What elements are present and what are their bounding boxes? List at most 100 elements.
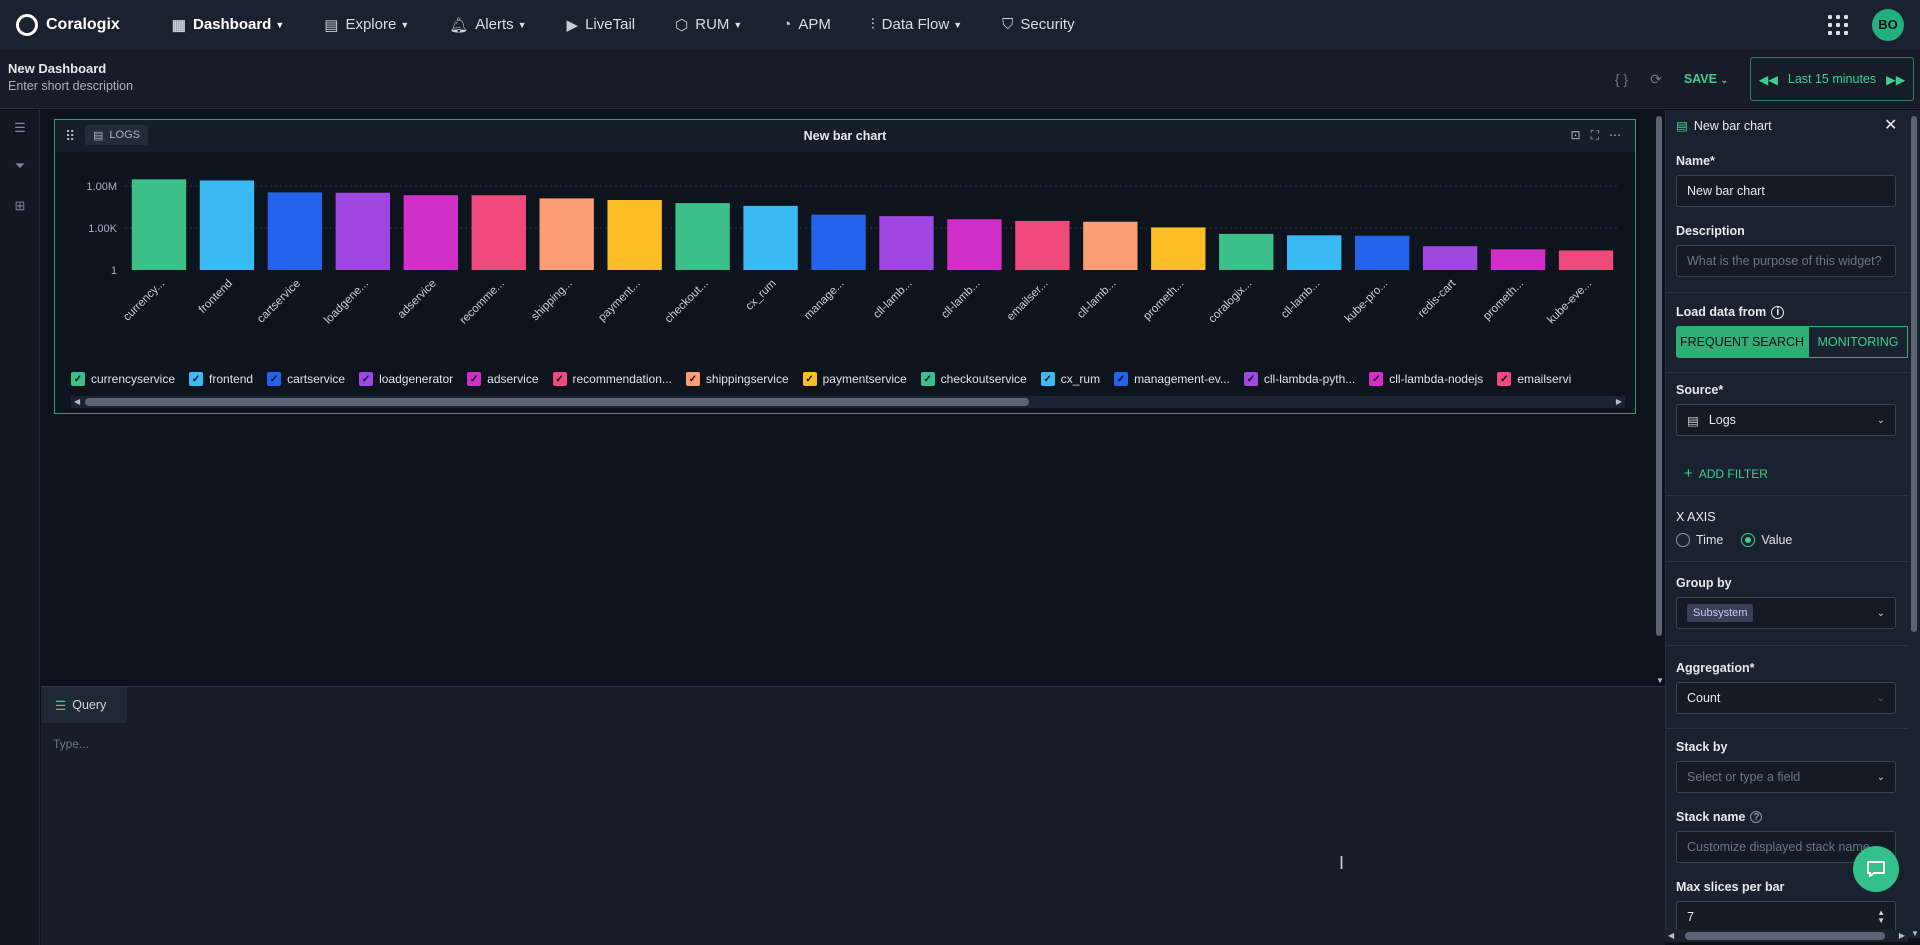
apps-grid-icon[interactable]: [1828, 14, 1848, 35]
legend-entry[interactable]: ✓ paymentservice: [802, 370, 907, 388]
more-options-icon[interactable]: ⋯: [1609, 128, 1621, 143]
bar[interactable]: [675, 203, 730, 270]
info-icon[interactable]: i: [1771, 305, 1785, 319]
checkbox-icon[interactable]: ✓: [1369, 372, 1384, 386]
json-code-icon[interactable]: { }: [1615, 71, 1628, 87]
widget-view-icon[interactable]: ⊡: [1571, 128, 1581, 143]
widgets-list-icon[interactable]: ☰: [12, 120, 28, 136]
dashboard-description[interactable]: Enter short description: [8, 79, 133, 93]
bar[interactable]: [131, 179, 187, 270]
source-select[interactable]: ▤ Logs ⌄: [1676, 404, 1896, 436]
legend-entry[interactable]: ✓ frontend: [189, 370, 253, 388]
forward-icon[interactable]: ▶▶: [1886, 72, 1905, 87]
checkbox-icon[interactable]: ✓: [1243, 372, 1258, 386]
bar[interactable]: [403, 195, 458, 270]
legend-entry[interactable]: ✓ currencyservice: [71, 370, 175, 388]
checkbox-icon[interactable]: ✓: [552, 372, 567, 386]
help-circle-icon[interactable]: ?: [1750, 811, 1763, 823]
bar[interactable]: [1083, 221, 1138, 270]
bar[interactable]: [879, 216, 934, 270]
brand-logo[interactable]: Coralogix: [16, 13, 120, 36]
bar[interactable]: [1287, 235, 1342, 270]
legend-entry[interactable]: ✓ adservice: [467, 370, 539, 388]
panel-scrollbar[interactable]: ▼: [1908, 110, 1920, 938]
subsystem-chip[interactable]: Subsystem: [1687, 604, 1754, 622]
nav-item-dataflow[interactable]: ⫶ Data Flow ▼: [851, 0, 982, 49]
dashboard-title[interactable]: New Dashboard: [8, 61, 106, 76]
nav-item-livetail[interactable]: ▶ LiveTail: [547, 0, 656, 49]
checkbox-icon[interactable]: ✓: [467, 372, 482, 386]
legend-entry[interactable]: ✓ management-ev...: [1114, 370, 1230, 388]
description-field[interactable]: What is the purpose of this widget?: [1676, 245, 1896, 277]
bar[interactable]: [1558, 250, 1614, 270]
rewind-icon[interactable]: ◀◀: [1759, 72, 1778, 87]
stepper-arrows-icon[interactable]: ▲ ▼: [1877, 909, 1885, 925]
bar[interactable]: [811, 214, 866, 270]
frequent-search-option[interactable]: FREQUENT SEARCH: [1676, 326, 1808, 358]
nav-item-dashboard[interactable]: ▦ Dashboard ▼: [152, 0, 304, 49]
add-widget-icon[interactable]: ⊞: [12, 198, 28, 214]
query-input[interactable]: Type...: [53, 737, 89, 751]
nav-item-explore[interactable]: ▤ Explore ▼: [304, 0, 429, 49]
refresh-icon[interactable]: ⟳: [1650, 71, 1662, 88]
stack-by-select[interactable]: Select or type a field ⌄: [1676, 761, 1896, 793]
legend-entry[interactable]: ✓ cll-lambda-pyth...: [1243, 370, 1355, 388]
save-button[interactable]: SAVE ⌄: [1684, 72, 1728, 86]
chat-support-button[interactable]: [1853, 846, 1899, 892]
filter-icon[interactable]: ⏷: [12, 158, 28, 174]
radio-time[interactable]: [1676, 533, 1690, 547]
canvas-scrollbar[interactable]: ▼: [1653, 110, 1665, 685]
aggregation-select[interactable]: Count ⌄: [1676, 682, 1896, 714]
bar[interactable]: [267, 192, 323, 270]
bar[interactable]: [539, 198, 594, 270]
checkbox-icon[interactable]: ✓: [1040, 372, 1055, 386]
bar[interactable]: [1015, 220, 1070, 270]
legend-entry[interactable]: ✓ cll-lambda-nodejs: [1369, 370, 1483, 388]
nav-item-apm[interactable]: ◔ APM: [762, 0, 851, 49]
name-field[interactable]: New bar chart: [1676, 175, 1896, 207]
max-slices-stepper[interactable]: 7 ▲ ▼: [1676, 901, 1896, 933]
nav-item-security[interactable]: ⛉ Security: [982, 0, 1094, 49]
fullscreen-icon[interactable]: ⛶: [1591, 128, 1599, 143]
bar[interactable]: [199, 180, 255, 270]
bar[interactable]: [1151, 227, 1206, 270]
legend-entry[interactable]: ✓ cx_rum: [1040, 370, 1100, 388]
checkbox-icon[interactable]: ✓: [685, 372, 700, 386]
tab-query[interactable]: ☰ Query: [41, 687, 127, 723]
legend-entry[interactable]: ✓ shippingservice: [685, 370, 789, 388]
scroll-right-icon[interactable]: ▶: [1616, 396, 1622, 408]
close-icon[interactable]: ✕: [1884, 115, 1897, 135]
group-by-select[interactable]: Subsystem ⌄: [1676, 597, 1896, 629]
bar[interactable]: [471, 195, 526, 270]
checkbox-icon[interactable]: ✓: [802, 372, 817, 386]
checkbox-icon[interactable]: ✓: [1497, 372, 1512, 386]
checkbox-icon[interactable]: ✓: [920, 372, 935, 386]
bar[interactable]: [1422, 246, 1478, 270]
checkbox-icon[interactable]: ✓: [1114, 372, 1129, 386]
checkbox-icon[interactable]: ✓: [267, 372, 282, 386]
panel-horizontal-scrollbar[interactable]: ◀ ▶: [1665, 930, 1908, 942]
bar[interactable]: [1354, 235, 1410, 270]
legend-entry[interactable]: ✓ recommendation...: [552, 370, 672, 388]
bar[interactable]: [1219, 233, 1274, 270]
legend-entry[interactable]: ✓ emailservi: [1497, 370, 1571, 388]
time-range-picker[interactable]: ◀◀ Last 15 minutes ▶▶: [1750, 57, 1914, 101]
nav-item-alerts[interactable]: 🔔︎ Alerts ▼: [429, 0, 546, 49]
checkbox-icon[interactable]: ✓: [359, 372, 374, 386]
nav-item-rum[interactable]: ⬡ RUM ▼: [655, 0, 762, 49]
legend-scrollbar[interactable]: ◀ ▶: [71, 396, 1625, 408]
add-filter-button[interactable]: + ADD FILTER: [1684, 465, 1768, 482]
bar-chart-widget[interactable]: ⠿ ▤ LOGS New bar chart ⊡ ⛶ ⋯ 1.00M 1.00K 1 c…: [54, 119, 1636, 414]
bar[interactable]: [1490, 249, 1546, 270]
scroll-left-icon[interactable]: ◀: [74, 396, 80, 408]
radio-value[interactable]: [1741, 533, 1756, 547]
monitoring-option[interactable]: MONITORING: [1808, 326, 1908, 358]
bar[interactable]: [607, 200, 662, 270]
bar[interactable]: [335, 192, 391, 270]
legend-entry[interactable]: ✓ cartservice: [267, 370, 345, 388]
legend-entry[interactable]: ✓ checkoutservice: [920, 370, 1027, 388]
bar[interactable]: [743, 205, 798, 270]
bar[interactable]: [947, 219, 1002, 270]
checkbox-icon[interactable]: ✓: [71, 372, 85, 386]
checkbox-icon[interactable]: ✓: [189, 372, 204, 386]
